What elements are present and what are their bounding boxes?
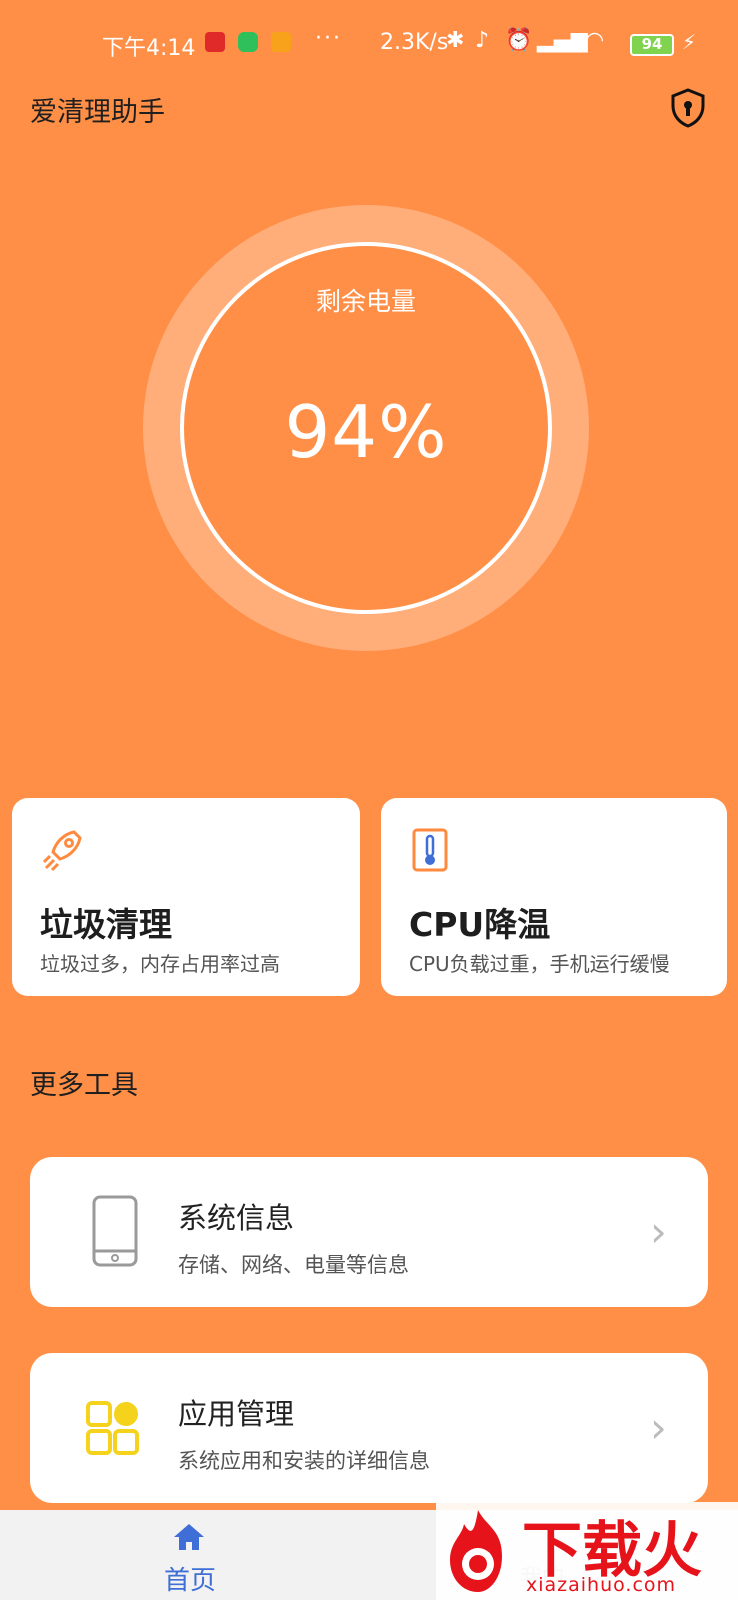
cpu-cool-card[interactable]: CPU降温 CPU负载过重，手机运行缓慢 [381, 798, 727, 996]
home-icon [174, 1524, 204, 1550]
cpu-cool-title: CPU降温 [409, 905, 551, 944]
junk-clean-title: 垃圾清理 [40, 905, 172, 944]
mail-icon [271, 32, 291, 52]
battery-gauge-label: 剩余电量 [315, 287, 416, 316]
more-tools-heading: 更多工具 [30, 1070, 138, 1101]
rocket-icon [42, 830, 82, 872]
chevron-right-icon: › [650, 1207, 667, 1256]
phone-icon [92, 1195, 138, 1267]
flame-logo-icon [450, 1510, 502, 1592]
network-speed: 2.3K/s [380, 30, 449, 55]
more-notifications-icon: ··· [315, 26, 342, 51]
thermometer-icon [412, 828, 448, 872]
status-time: 下午4:14 [102, 36, 196, 61]
charging-icon: ⚡ [682, 30, 697, 54]
wifi-icon: ◠ [585, 28, 605, 53]
watermark-url: xiazaihuo.com [526, 1574, 677, 1596]
cpu-cool-subtitle: CPU负载过重，手机运行缓慢 [409, 952, 670, 976]
app-management-subtitle: 系统应用和安装的详细信息 [178, 1449, 430, 1473]
app-management-title: 应用管理 [178, 1397, 295, 1431]
bluetooth-icon: ✱ [446, 28, 465, 53]
status-bar: 下午4:14 ··· 2.3K/s ✱ ♪ ⏰ ▂▄▆ ◠ 94 ⚡ [0, 0, 738, 86]
chevron-right-icon: › [650, 1403, 667, 1452]
system-info-item[interactable]: 系统信息 存储、网络、电量等信息 › [30, 1157, 708, 1307]
tab-home[interactable]: 首页 [150, 1510, 230, 1600]
system-info-title: 系统信息 [178, 1201, 295, 1235]
battery-percentage: 94% [284, 390, 448, 474]
app-title: 爱清理助手 [30, 97, 165, 128]
mute-icon: ♪ [475, 28, 490, 53]
battery-icon: 94 [630, 34, 674, 56]
signal-hd-icon: ▂▄▆ [537, 28, 588, 53]
netease-music-icon [205, 32, 225, 52]
system-info-subtitle: 存储、网络、电量等信息 [178, 1253, 409, 1277]
junk-clean-card[interactable]: 垃圾清理 垃圾过多，内存占用率过高 [12, 798, 360, 996]
alarm-icon: ⏰ [505, 28, 533, 53]
app-management-item[interactable]: 应用管理 系统应用和安装的详细信息 › [30, 1353, 708, 1503]
shield-lock-icon[interactable] [670, 88, 706, 128]
apps-grid-icon [86, 1401, 139, 1455]
watermark-logo: 下载火 xiazaihuo.com [436, 1502, 738, 1600]
tab-home-label: 首页 [163, 1566, 216, 1596]
junk-clean-subtitle: 垃圾过多，内存占用率过高 [40, 952, 280, 976]
security-icon [238, 32, 258, 52]
